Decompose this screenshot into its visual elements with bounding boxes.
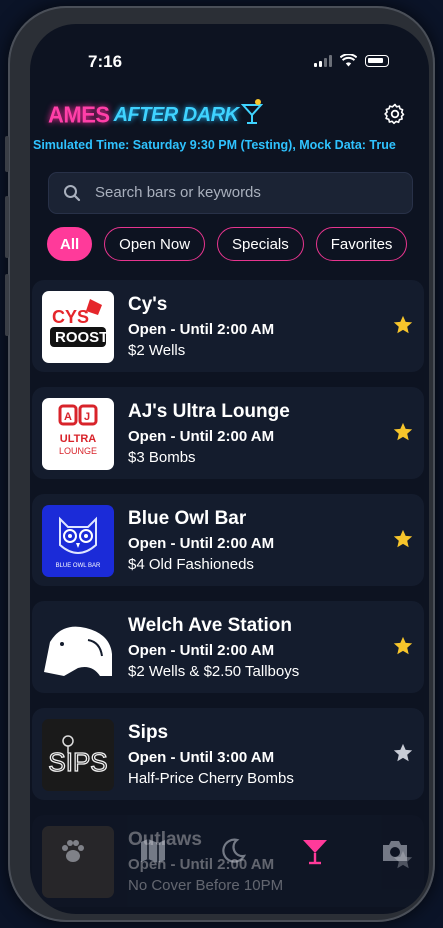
bar-name: Blue Owl Bar: [128, 508, 247, 529]
moon-icon[interactable]: [218, 836, 248, 866]
app-screen: 7:16 AMES AFTER DARK Simulated Time: Sat…: [30, 24, 429, 914]
app-header: AMES AFTER DARK: [46, 99, 413, 134]
filter-specials[interactable]: Specials: [217, 227, 304, 261]
svg-text:SIPS: SIPS: [48, 747, 107, 777]
volume-up-button: [5, 196, 9, 258]
search-input[interactable]: Search bars or keywords: [48, 172, 413, 214]
search-placeholder: Search bars or keywords: [95, 184, 261, 201]
filter-chips: All Open Now Specials Favorites: [47, 227, 421, 261]
app-logo: AMES AFTER DARK: [48, 99, 263, 128]
bar-special: $3 Bombs: [128, 449, 196, 466]
camera-icon[interactable]: [380, 836, 410, 866]
bar-name: Cy's: [128, 294, 168, 315]
bar-card-welch-ave[interactable]: Welch Ave Station Open - Until 2:00 AM $…: [32, 601, 424, 693]
phone-frame: 7:16 AMES AFTER DARK Simulated Time: Sat…: [5, 6, 435, 922]
svg-text:ROOST: ROOST: [55, 329, 108, 346]
svg-text:CYS: CYS: [52, 307, 89, 327]
status-icons: [314, 54, 389, 67]
bar-name: Welch Ave Station: [128, 615, 292, 636]
bar-hours: Open - Until 2:00 AM: [128, 642, 275, 659]
bar-special: $2 Wells & $2.50 Tallboys: [128, 663, 300, 680]
filter-all[interactable]: All: [47, 227, 93, 261]
status-time: 7:16: [88, 52, 123, 71]
logo-after-dark-text: AFTER DARK: [113, 103, 240, 126]
bar-card-sips[interactable]: SIPS Sips Open - Until 3:00 AM Half-Pric…: [32, 708, 424, 800]
tab-bar: [30, 814, 429, 914]
bar-hours: Open - Until 3:00 AM: [128, 749, 275, 766]
map-icon[interactable]: [138, 836, 168, 866]
logo-ames-text: AMES: [48, 101, 110, 128]
bar-logo-cys: CYS ROOST: [42, 291, 114, 363]
search-icon: [64, 185, 81, 202]
bar-name: AJ's Ultra Lounge: [128, 401, 290, 422]
bar-special: Half-Price Cherry Bombs: [128, 770, 294, 787]
bar-name: Sips: [128, 722, 169, 743]
cellular-signal-icon: [314, 54, 332, 67]
svg-text:J: J: [84, 411, 90, 423]
filter-open-now[interactable]: Open Now: [104, 227, 206, 261]
battery-icon: [365, 54, 389, 67]
status-bar: 7:16: [30, 24, 429, 82]
bar-hours: Open - Until 2:00 AM: [128, 321, 275, 338]
favorite-star-icon[interactable]: [392, 528, 414, 550]
favorite-star-icon[interactable]: [392, 635, 414, 657]
bar-card-cys[interactable]: CYS ROOST Cy's Open - Until 2:00 AM $2 W…: [32, 280, 424, 372]
settings-gear-icon[interactable]: [383, 102, 407, 126]
volume-down-button: [5, 274, 9, 336]
bar-card-ajs[interactable]: A J ULTRA LOUNGE AJ's Ultra Lounge Open …: [32, 387, 424, 479]
filter-favorites[interactable]: Favorites: [315, 227, 408, 261]
bar-logo-blue-owl: BLUE OWL BAR: [42, 505, 114, 577]
bar-logo-sips: SIPS: [42, 719, 114, 791]
favorite-star-icon[interactable]: [392, 314, 414, 336]
favorite-star-icon[interactable]: [392, 421, 414, 443]
bar-logo-ajs: A J ULTRA LOUNGE: [42, 398, 114, 470]
bar-hours: Open - Until 2:00 AM: [128, 535, 275, 552]
cocktail-logo-icon: [240, 99, 263, 124]
mute-switch: [5, 136, 9, 172]
wifi-icon: [340, 54, 357, 67]
cocktail-icon[interactable]: [300, 836, 330, 866]
svg-text:BLUE OWL BAR: BLUE OWL BAR: [56, 563, 101, 569]
paw-icon[interactable]: [58, 836, 88, 866]
favorite-star-icon[interactable]: [392, 742, 414, 764]
svg-text:LOUNGE: LOUNGE: [59, 446, 97, 456]
bar-special: $2 Wells: [128, 342, 186, 359]
bar-hours: Open - Until 2:00 AM: [128, 428, 275, 445]
bar-card-blue-owl[interactable]: BLUE OWL BAR Blue Owl Bar Open - Until 2…: [32, 494, 424, 586]
bar-logo-welch-ave: [42, 612, 114, 684]
svg-text:ULTRA: ULTRA: [60, 433, 97, 445]
simulated-time-banner: Simulated Time: Saturday 9:30 PM (Testin…: [33, 138, 396, 152]
bar-special: $4 Old Fashioneds: [128, 556, 254, 573]
svg-text:A: A: [64, 411, 72, 423]
